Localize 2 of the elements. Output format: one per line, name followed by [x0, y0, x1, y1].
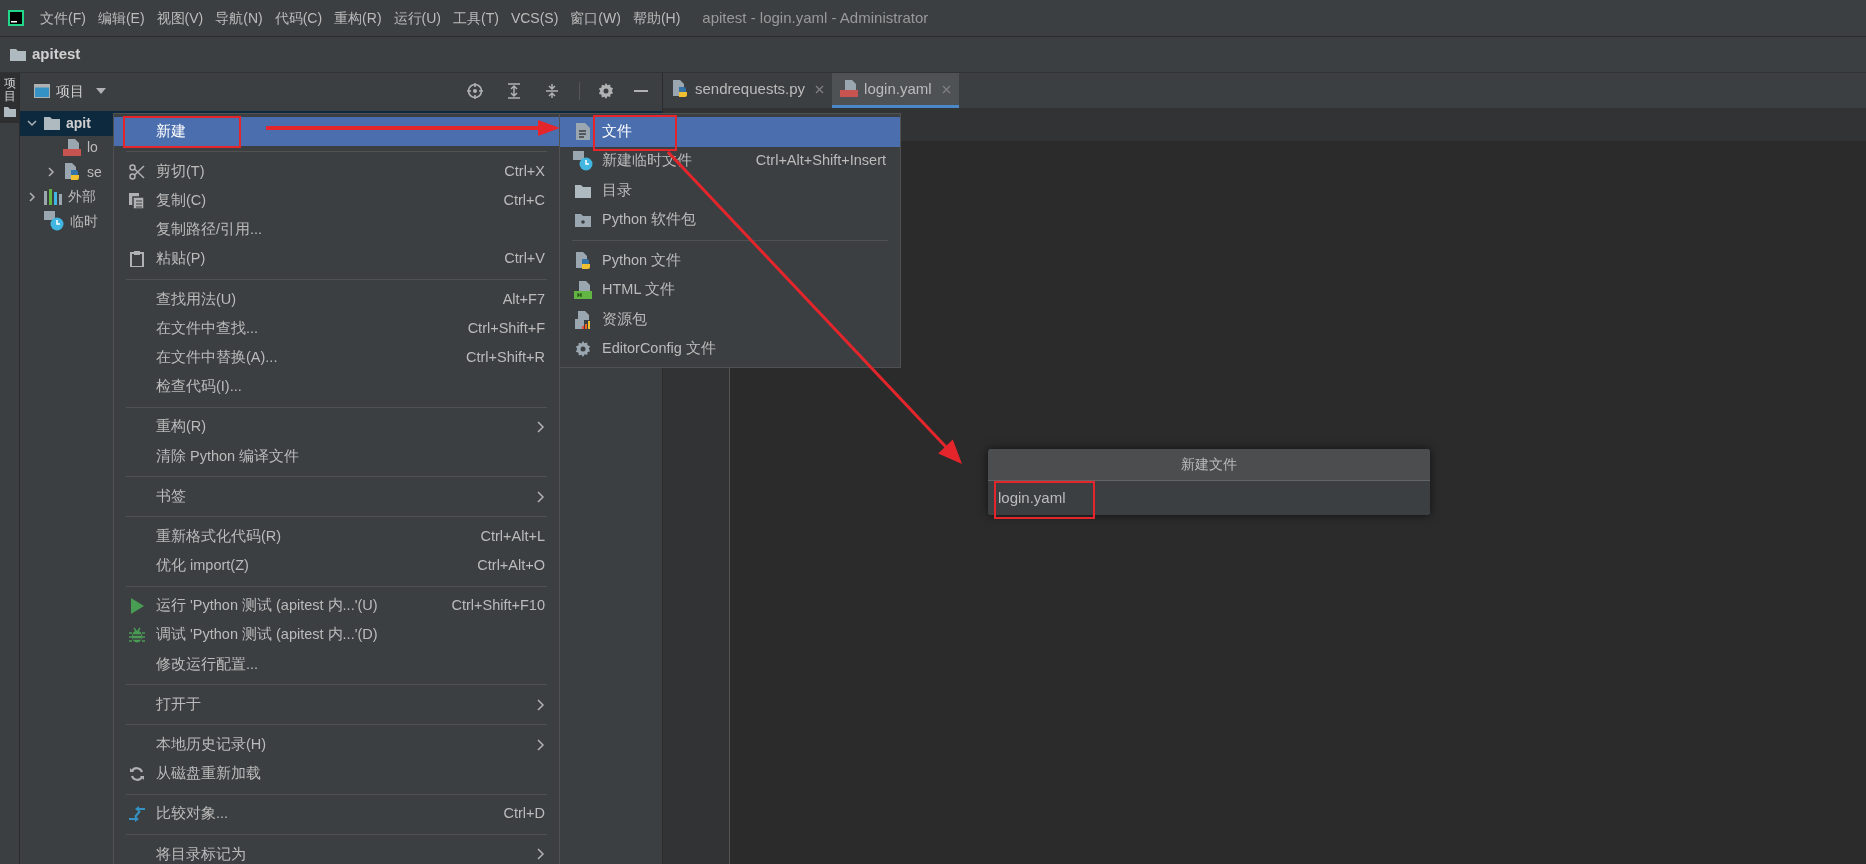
window-title: apitest - login.yaml - Administrator — [702, 7, 929, 28]
dialog-title: 新建文件 — [988, 449, 1430, 481]
